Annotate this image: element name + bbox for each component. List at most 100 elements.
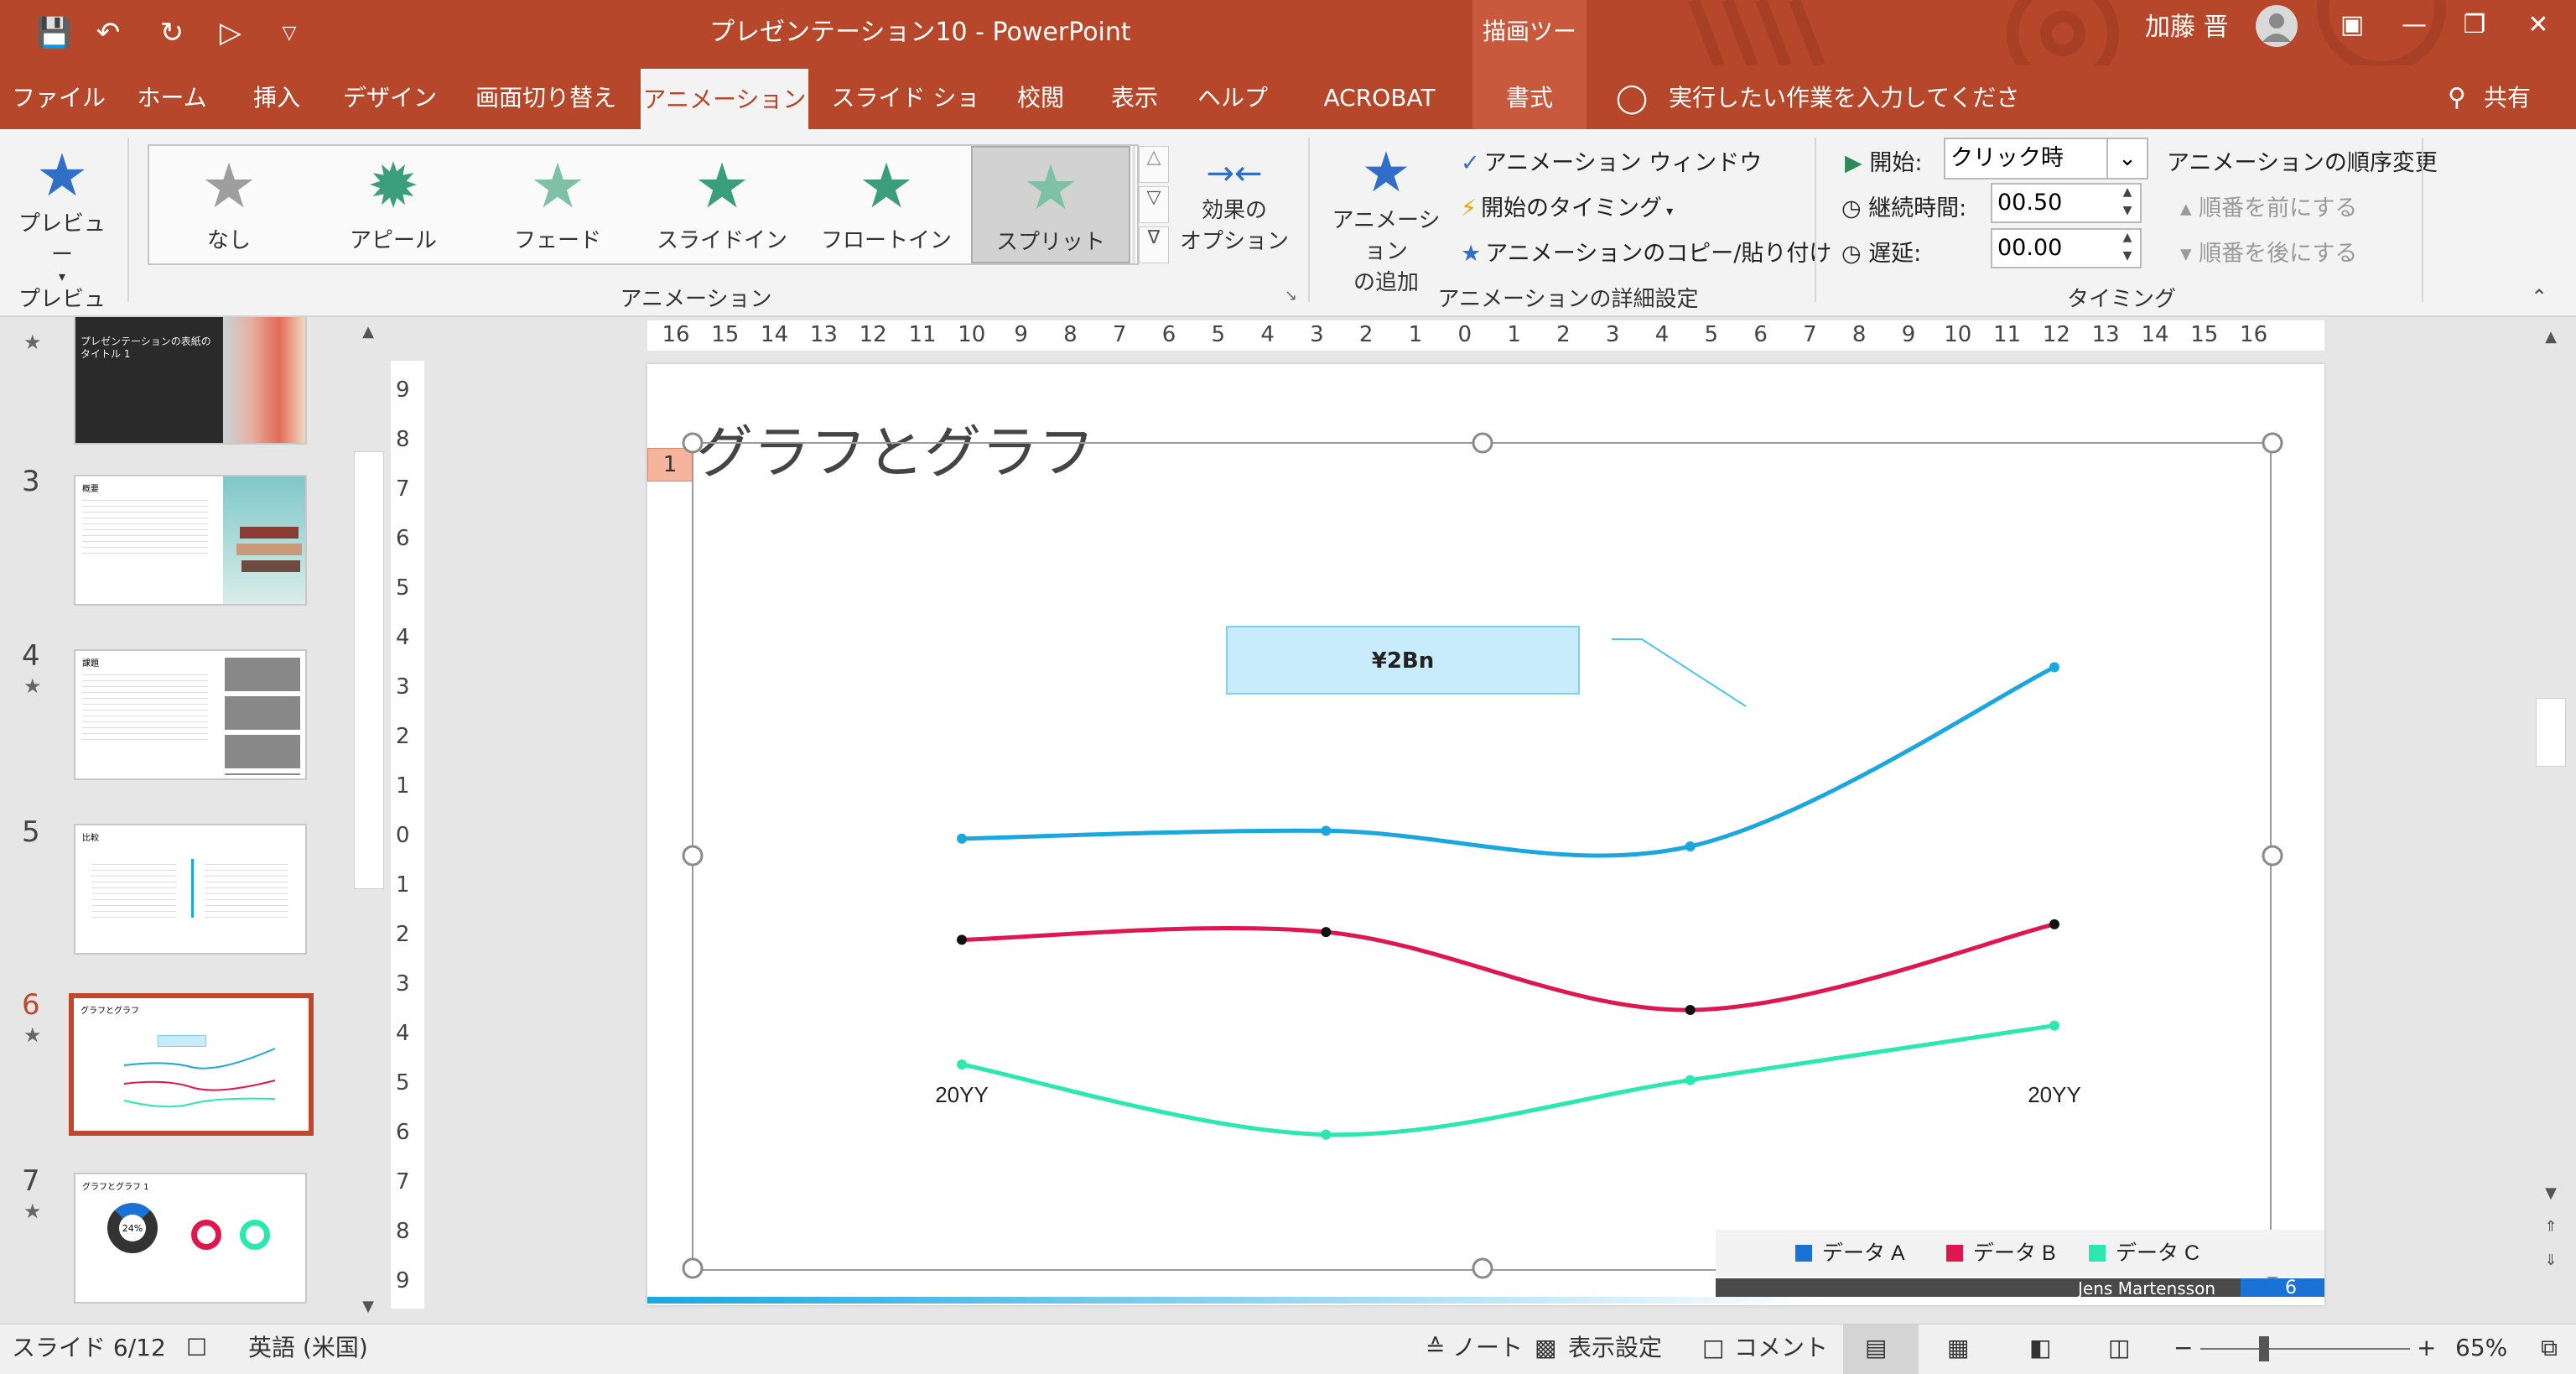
share-button[interactable]: 共有	[2474, 65, 2541, 129]
move-later-button[interactable]: ▾ 順番を後にする	[2180, 235, 2357, 268]
separator	[1815, 138, 1816, 302]
share-icon[interactable]: ⚲	[2440, 65, 2474, 129]
gallery-more-icon[interactable]: ∇	[1139, 226, 1169, 263]
reading-view-icon[interactable]: ◧	[2029, 1325, 2051, 1371]
start-slideshow-icon[interactable]: ▷	[210, 12, 252, 54]
gallery-item-fade[interactable]: ★ フェード	[478, 146, 637, 263]
footer-name: Jens Martensson	[2078, 1278, 2215, 1299]
duration-spinner[interactable]: ▲ ▼	[2113, 183, 2142, 223]
gallery-item-none[interactable]: ★ なし	[149, 146, 309, 263]
scroll-down-icon[interactable]: ▼	[354, 1292, 382, 1322]
tab-design[interactable]: デザイン	[335, 65, 444, 129]
tab-acrobat[interactable]: ACROBAT	[1291, 65, 1467, 129]
animation-pane-button[interactable]: ✓ アニメーション ウィンドウ	[1461, 144, 1762, 177]
thumbnail-slide-2[interactable]: プレゼンテーションの表紙のタイトル 1	[74, 317, 307, 445]
next-slide-icon[interactable]: ⇓	[2532, 1252, 2569, 1269]
data-point	[1321, 927, 1332, 938]
thumbnail-slide-5[interactable]: 比較	[74, 824, 307, 955]
customize-qat-icon[interactable]: ▽	[268, 12, 310, 54]
prev-slide-icon[interactable]: ⇑	[2532, 1218, 2569, 1236]
scroll-down-icon[interactable]: ▼	[2532, 1184, 2569, 1202]
tab-insert[interactable]: 挿入	[236, 65, 317, 129]
zoom-level[interactable]: 65%	[2455, 1325, 2507, 1371]
tab-file[interactable]: ファイル	[8, 65, 109, 129]
ruler-tick-label: 14	[2141, 322, 2169, 347]
zoom-out-icon[interactable]: −	[2174, 1325, 2193, 1371]
scroll-up-icon[interactable]: ▲	[2532, 320, 2569, 354]
restore-icon[interactable]: ❐	[2438, 0, 2511, 49]
ruler-tick-label: 2	[1358, 322, 1374, 347]
data-point	[957, 934, 967, 945]
user-name[interactable]: 加藤 晋	[2145, 0, 2229, 60]
start-select[interactable]: クリック時 ⌄	[1944, 138, 2148, 180]
gallery-item-fly-in[interactable]: ★ スライドイン	[642, 146, 802, 263]
animation-star-icon: ★	[23, 1023, 42, 1047]
chevron-down-icon[interactable]: ⌄	[2106, 139, 2147, 178]
avatar[interactable]	[2256, 5, 2298, 47]
ruler-tick-label: 15	[711, 322, 740, 347]
appear-star-icon: ✹	[366, 150, 419, 222]
thumbnail-slide-3[interactable]: 概要	[74, 475, 307, 606]
slide-counter[interactable]: スライド 6/12	[12, 1325, 166, 1371]
ruler-tick-label: 3	[1310, 322, 1324, 347]
zoom-slider-thumb[interactable]	[2259, 1336, 2269, 1361]
play-icon: ▶	[1845, 150, 1862, 176]
gallery-up-icon[interactable]: △	[1139, 146, 1169, 183]
trigger-button[interactable]: ⚡ 開始のタイミング ▾	[1461, 190, 1673, 222]
line-chart[interactable]: 20YY 20YY データ A データ B データ C	[647, 364, 2324, 1305]
thumb-number: 5	[22, 815, 40, 849]
scroll-thumb[interactable]	[354, 451, 384, 889]
thumbnail-slide-6[interactable]: グラフとグラフ	[69, 993, 314, 1136]
fit-to-window-icon[interactable]: ⧉	[2541, 1325, 2558, 1371]
slide-sorter-icon[interactable]: ▦	[1947, 1325, 1969, 1371]
ruler-tick-label: 8	[396, 1219, 410, 1244]
scroll-thumb[interactable]	[2536, 698, 2566, 767]
data-point	[1321, 825, 1332, 836]
tab-animations[interactable]: アニメーション	[641, 69, 808, 129]
tab-home[interactable]: ホーム	[126, 65, 218, 129]
redo-icon[interactable]: ↻	[151, 12, 193, 54]
display-settings-button[interactable]: 表示設定	[1568, 1325, 1662, 1371]
language-indicator[interactable]: 英語 (米国)	[248, 1325, 368, 1371]
thumbnail-slide-4[interactable]: 課題	[74, 649, 307, 780]
gallery-item-float-in[interactable]: ★ フロートイン	[807, 146, 966, 263]
move-earlier-button[interactable]: ▴ 順番を前にする	[2180, 190, 2357, 222]
zoom-slider[interactable]	[2200, 1348, 2410, 1350]
tab-slideshow[interactable]: スライド ショー	[823, 65, 988, 177]
slideshow-view-icon[interactable]: ◫	[2108, 1325, 2130, 1371]
ruler-tick-label: 8	[1063, 322, 1078, 347]
comments-button[interactable]: コメント	[1734, 1325, 1828, 1371]
page-number: 6	[2285, 1278, 2297, 1299]
slide-canvas[interactable]: 1 グラフとグラフ 20YY 20YY データ A データ B データ C ¥2Bn J…	[647, 364, 2324, 1305]
scroll-up-icon[interactable]: ▲	[354, 317, 382, 347]
animation-painter-button[interactable]: ★ アニメーションのコピー/貼り付け	[1461, 235, 1831, 268]
preview-button[interactable]: ★ プレビュー ▾	[12, 144, 112, 284]
delay-spinner[interactable]: ▲ ▼	[2113, 228, 2142, 268]
editor-scrollbar[interactable]: ▲ ▼ ⇑ ⇓	[2532, 320, 2569, 1324]
series-line-1	[961, 922, 2055, 1012]
tab-format[interactable]: 書式	[1472, 65, 1587, 129]
zoom-in-icon[interactable]: +	[2417, 1325, 2436, 1371]
tab-view[interactable]: 表示	[1097, 65, 1172, 129]
thumbnail-scrollbar[interactable]: ▲ ▼	[354, 317, 384, 1322]
gallery-item-split[interactable]: ★ スプリット	[971, 146, 1130, 263]
tab-transitions[interactable]: 画面切り替え	[466, 65, 626, 129]
lightning-icon: ⚡	[1461, 195, 1477, 221]
thumbnail-slide-7[interactable]: グラフとグラフ 1 24%	[74, 1173, 307, 1304]
close-icon[interactable]: ✕	[2502, 0, 2574, 49]
gallery-item-appear[interactable]: ✹ アピール	[314, 146, 473, 263]
resize-handle	[2262, 845, 2283, 867]
tab-review[interactable]: 校閲	[1003, 65, 1078, 129]
add-animation-button[interactable]: ★ アニメーション の追加	[1323, 143, 1449, 296]
undo-icon[interactable]: ↶	[87, 12, 129, 54]
dialog-launcher-icon[interactable]: ↘	[1285, 287, 1297, 304]
spell-check-icon[interactable]: ☐	[186, 1325, 207, 1371]
collapse-ribbon-icon[interactable]: ⌃	[2531, 285, 2547, 309]
callout-box[interactable]: ¥2Bn	[1226, 626, 1580, 695]
tab-help[interactable]: ヘルプ	[1191, 65, 1275, 129]
save-icon[interactable]: 💾	[34, 12, 75, 54]
gallery-down-icon[interactable]: ▽	[1139, 186, 1169, 223]
effect-options-button[interactable]: →← 効果の オプション	[1176, 154, 1293, 255]
notes-button[interactable]: ノート	[1452, 1325, 1523, 1371]
tell-me-search[interactable]: 実行したい作業を入力してください	[1669, 65, 2021, 177]
